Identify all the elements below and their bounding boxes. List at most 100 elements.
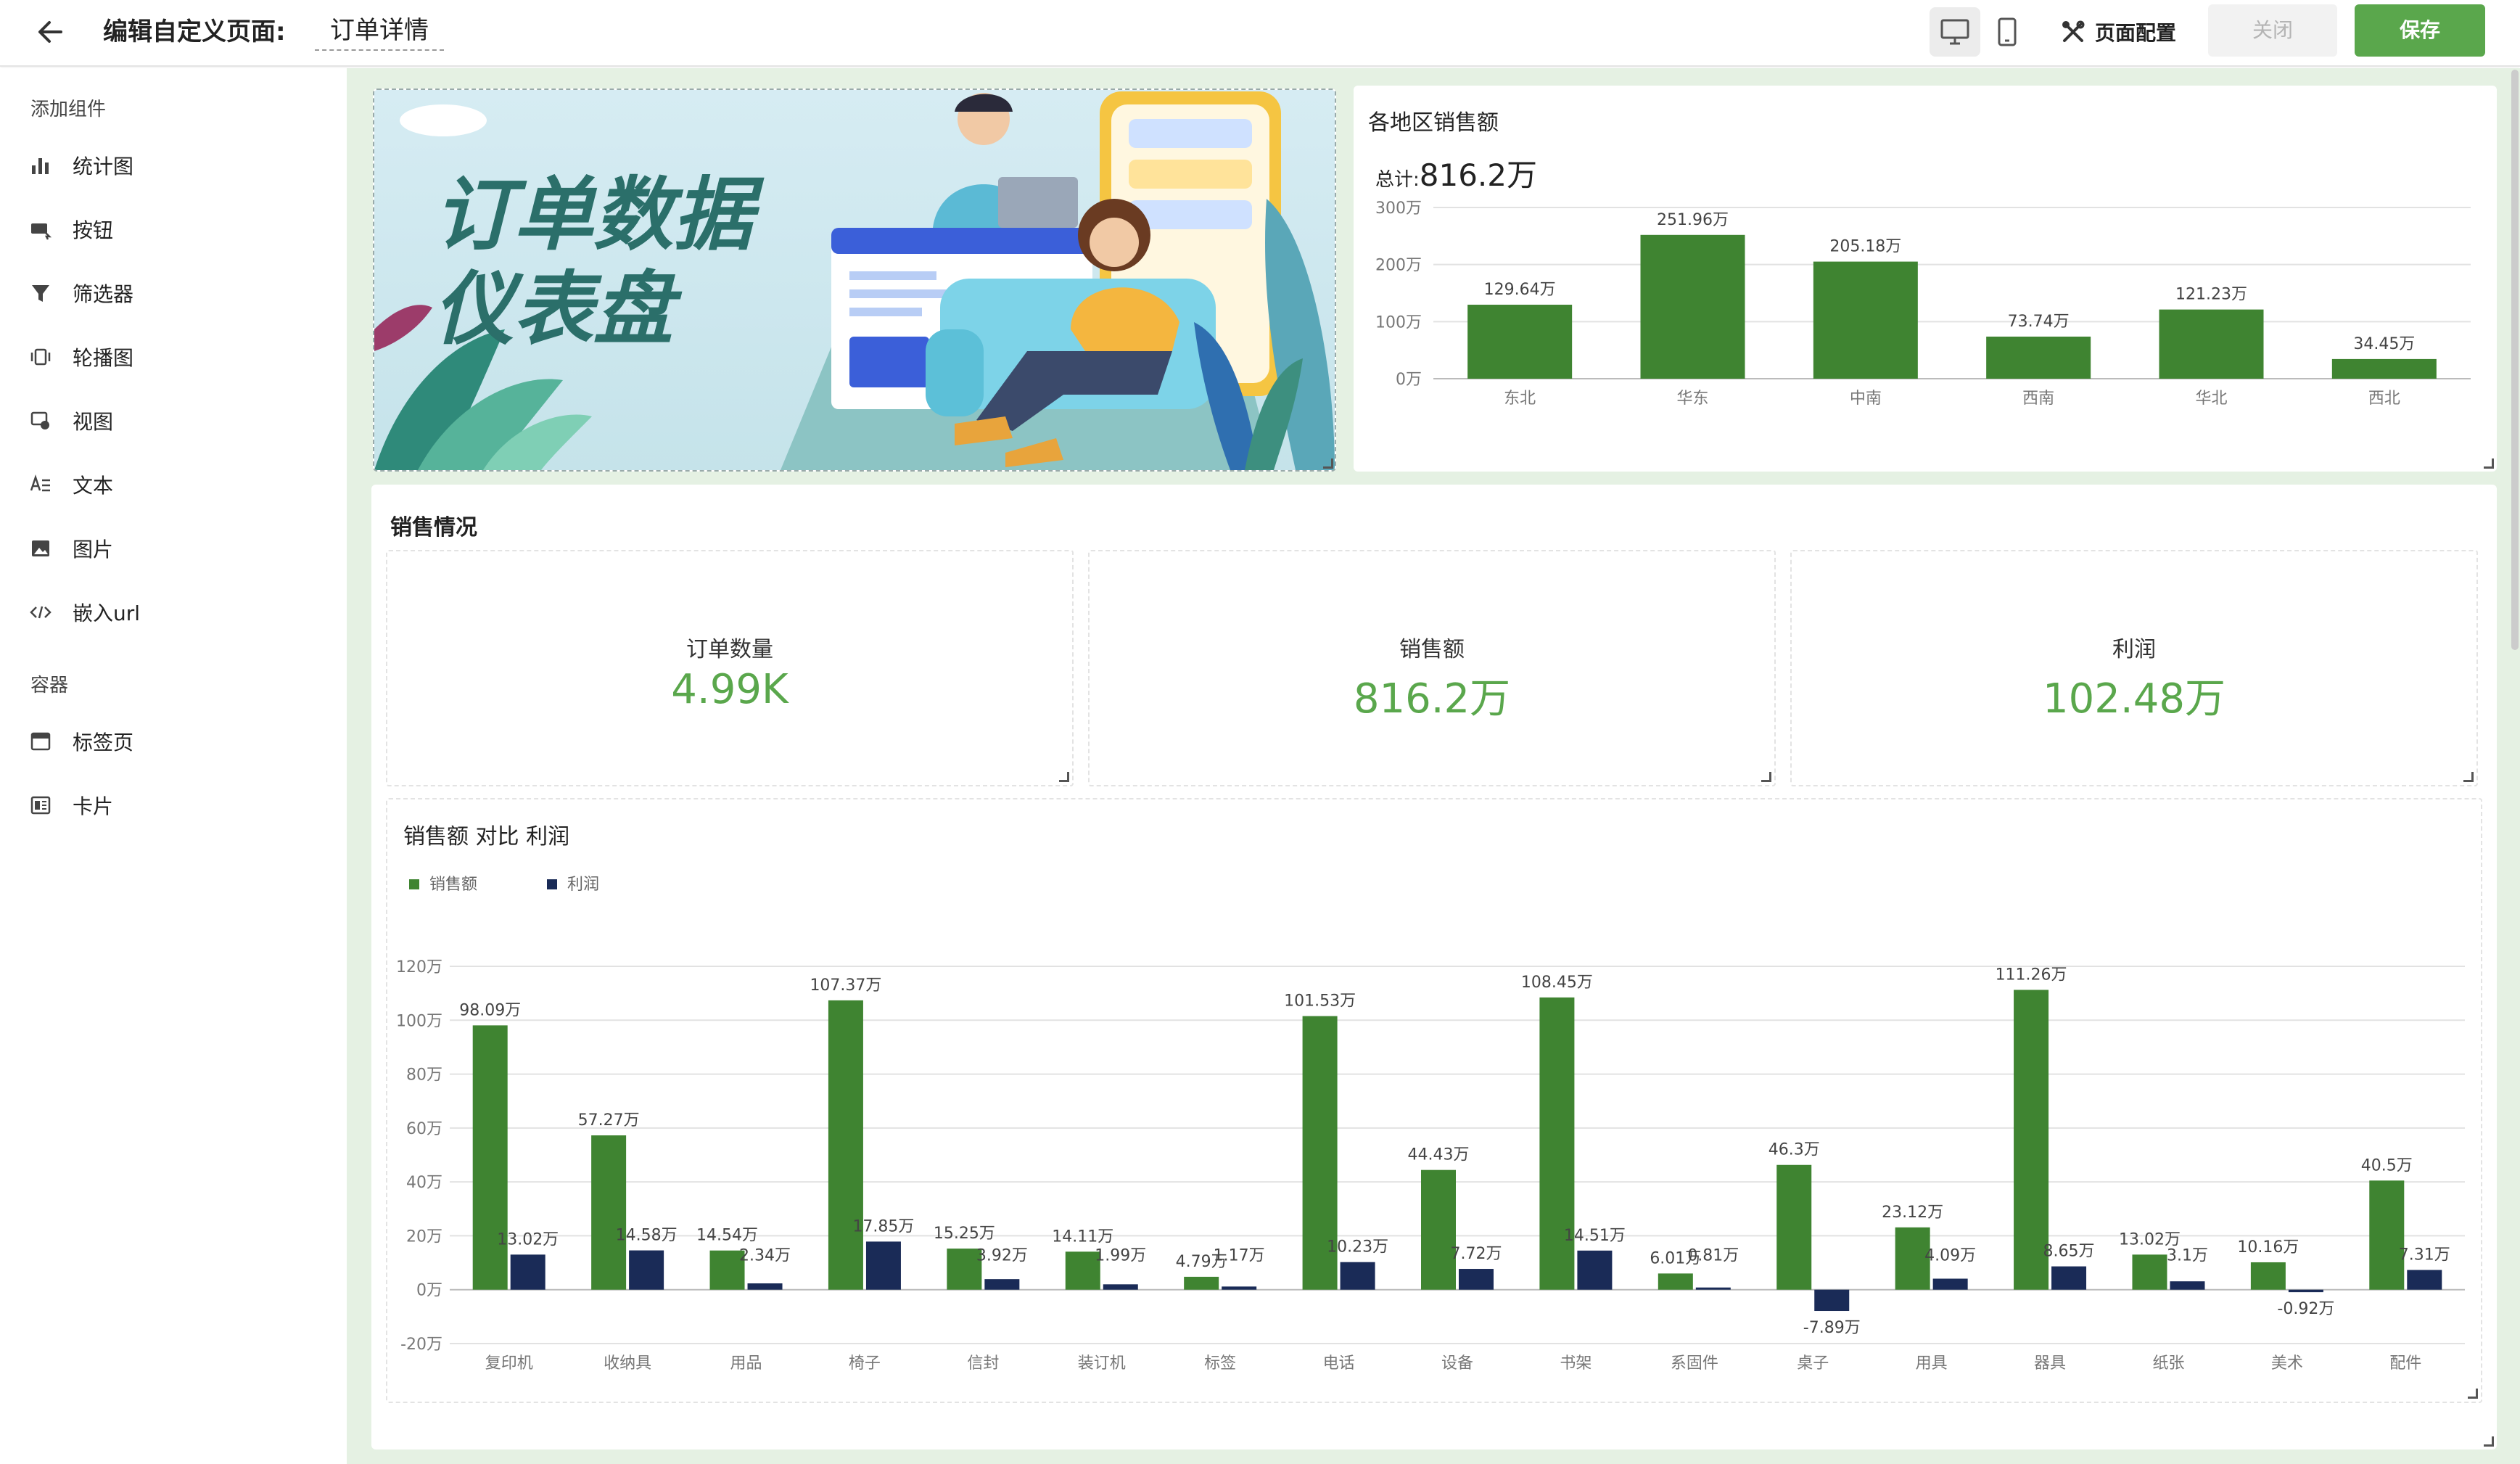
data-label: 14.54万 [696, 1227, 758, 1245]
y-tick-label: 20万 [406, 1227, 442, 1246]
mobile-view-button[interactable] [1982, 7, 2033, 57]
bar [1467, 305, 1573, 379]
sidebar-item-embed-url[interactable]: 嵌入url [29, 591, 140, 634]
bar [2159, 309, 2264, 379]
sales-overview-card[interactable]: 销售情况 订单数量 4.99K 销售额 816.2万 利润 102.48万 销售… [371, 485, 2497, 1449]
sidebar-item-filter[interactable]: 筛选器 [29, 271, 133, 315]
sidebar-item-view[interactable]: 视图 [29, 399, 113, 443]
sidebar-item-tabs[interactable]: 标签页 [29, 720, 133, 763]
sidebar-item-label: 轮播图 [73, 346, 134, 370]
kpi-order-count-card[interactable]: 订单数量 4.99K [386, 550, 1074, 786]
legend-label: 销售额 [429, 876, 477, 894]
sidebar-item-label: 图片 [73, 538, 114, 562]
data-label: 44.43万 [1408, 1146, 1470, 1164]
sidebar-item-card[interactable]: 卡片 [29, 784, 113, 827]
data-label: 1.17万 [1214, 1247, 1265, 1265]
page-config-button[interactable]: 页面配置 [2060, 7, 2176, 57]
resize-handle[interactable] [1059, 772, 1069, 782]
y-tick-label: 40万 [406, 1174, 442, 1192]
data-label: 121.23万 [2175, 286, 2247, 304]
x-tick-label: 纸张 [2152, 1354, 2184, 1373]
resize-handle[interactable] [1761, 772, 1771, 782]
data-label: 40.5万 [2361, 1156, 2413, 1175]
bar [1776, 1164, 1812, 1290]
resize-handle[interactable] [2484, 458, 2494, 469]
data-label: 2.34万 [739, 1247, 791, 1265]
resize-handle[interactable] [2463, 772, 2474, 782]
canvas-scrollbar[interactable] [2511, 70, 2519, 650]
close-button[interactable]: 关闭 [2208, 4, 2337, 57]
sidebar-item-carousel[interactable]: 轮播图 [29, 335, 133, 379]
bar [984, 1279, 1020, 1290]
bar [1986, 336, 2091, 379]
x-tick-label: 收纳具 [604, 1354, 651, 1373]
bar [1577, 1250, 1613, 1290]
y-tick-label: 80万 [406, 1066, 442, 1085]
kpi-sales-card[interactable]: 销售额 816.2万 [1088, 550, 1776, 786]
bar [747, 1283, 783, 1290]
resize-handle[interactable] [1323, 458, 1333, 469]
data-label: 111.26万 [1996, 966, 2067, 984]
data-label: 107.37万 [810, 976, 881, 995]
image-icon [32, 540, 49, 556]
region-total-value: 816.2万 [1419, 157, 1538, 193]
region-sales-card[interactable]: 各地区销售额 总计:816.2万 0万 100万 200万 300万 129.64万 东北… [1354, 86, 2497, 472]
data-label: 57.27万 [578, 1111, 640, 1130]
desktop-view-button[interactable] [1930, 7, 1980, 57]
data-label: 14.51万 [1564, 1227, 1626, 1245]
legend-label: 利润 [567, 876, 599, 894]
x-tick-label: 配件 [2389, 1354, 2421, 1373]
x-tick-label: 桌子 [1797, 1354, 1829, 1373]
sidebar-item-chart[interactable]: 统计图 [29, 144, 133, 187]
bar [510, 1254, 545, 1290]
data-label: 13.02万 [497, 1230, 559, 1249]
data-label: 1.99万 [1095, 1247, 1146, 1265]
resize-handle[interactable] [2468, 1389, 2478, 1399]
bar [2288, 1289, 2323, 1293]
y-tick-label: 300万 [1375, 200, 1422, 218]
sidebar-item-label: 标签页 [73, 731, 134, 754]
sidebar-item-text[interactable]: 文本 [29, 463, 113, 506]
sales-profit-chart-card[interactable]: 销售额 对比 利润 销售额 利润 -20万 0万 20万 40万 60万 80万 100万 120… [386, 798, 2482, 1403]
desktop-icon [1940, 19, 1969, 45]
bar [1640, 234, 1745, 379]
y-tick-label: 0万 [1396, 371, 1422, 389]
kpi-label: 利润 [2112, 637, 2156, 662]
banner-image-card[interactable]: 订单数据 仪表盘 [373, 89, 1336, 472]
bar [1658, 1273, 1693, 1290]
y-tick-label: 60万 [406, 1120, 442, 1138]
x-tick-label: 信封 [967, 1354, 999, 1373]
x-tick-label: 中南 [1850, 390, 1882, 408]
y-tick-label: 120万 [396, 958, 442, 976]
region-chart-title: 各地区销售额 [1368, 110, 1499, 136]
x-tick-label: 设备 [1441, 1354, 1473, 1373]
bar [629, 1250, 664, 1290]
x-tick-label: 系固件 [1671, 1354, 1718, 1373]
sidebar-item-label: 统计图 [73, 155, 134, 178]
data-label: 46.3万 [1768, 1141, 1820, 1159]
data-label: 3.1万 [2167, 1247, 2208, 1265]
bar-chart-icon [32, 158, 49, 174]
save-button[interactable]: 保存 [2355, 4, 2485, 57]
page-name-input[interactable]: 订单详情 [315, 12, 444, 51]
bar [2051, 1266, 2087, 1290]
data-label: 101.53万 [1284, 992, 1356, 1011]
sidebar-item-image[interactable]: 图片 [29, 527, 113, 570]
button-icon [31, 223, 52, 240]
resize-handle[interactable] [2484, 1436, 2494, 1447]
x-tick-label: 书架 [1560, 1354, 1592, 1373]
dashboard-banner-illustration: 订单数据 仪表盘 [374, 90, 1335, 470]
page-canvas: 订单数据 仪表盘 各地区销售额 总计:816.2万 0万 100万 200万 300万… [347, 68, 2520, 1464]
kpi-profit-card[interactable]: 利润 102.48万 [1790, 550, 2478, 786]
bar [1421, 1169, 1456, 1290]
data-label: 34.45万 [2353, 335, 2415, 353]
legend-swatch [409, 879, 419, 889]
x-tick-label: 用品 [730, 1354, 762, 1373]
embed-code-icon [30, 606, 52, 619]
bar [2170, 1281, 2205, 1290]
sidebar-item-button[interactable]: 按钮 [29, 207, 113, 251]
page-config-label: 页面配置 [2095, 21, 2177, 45]
sales-profit-bar-chart: 销售额 利润 -20万 0万 20万 40万 60万 80万 100万 120万 98.09万 13.… [396, 876, 2465, 1373]
card-icon [30, 796, 51, 815]
back-button[interactable] [32, 13, 70, 51]
